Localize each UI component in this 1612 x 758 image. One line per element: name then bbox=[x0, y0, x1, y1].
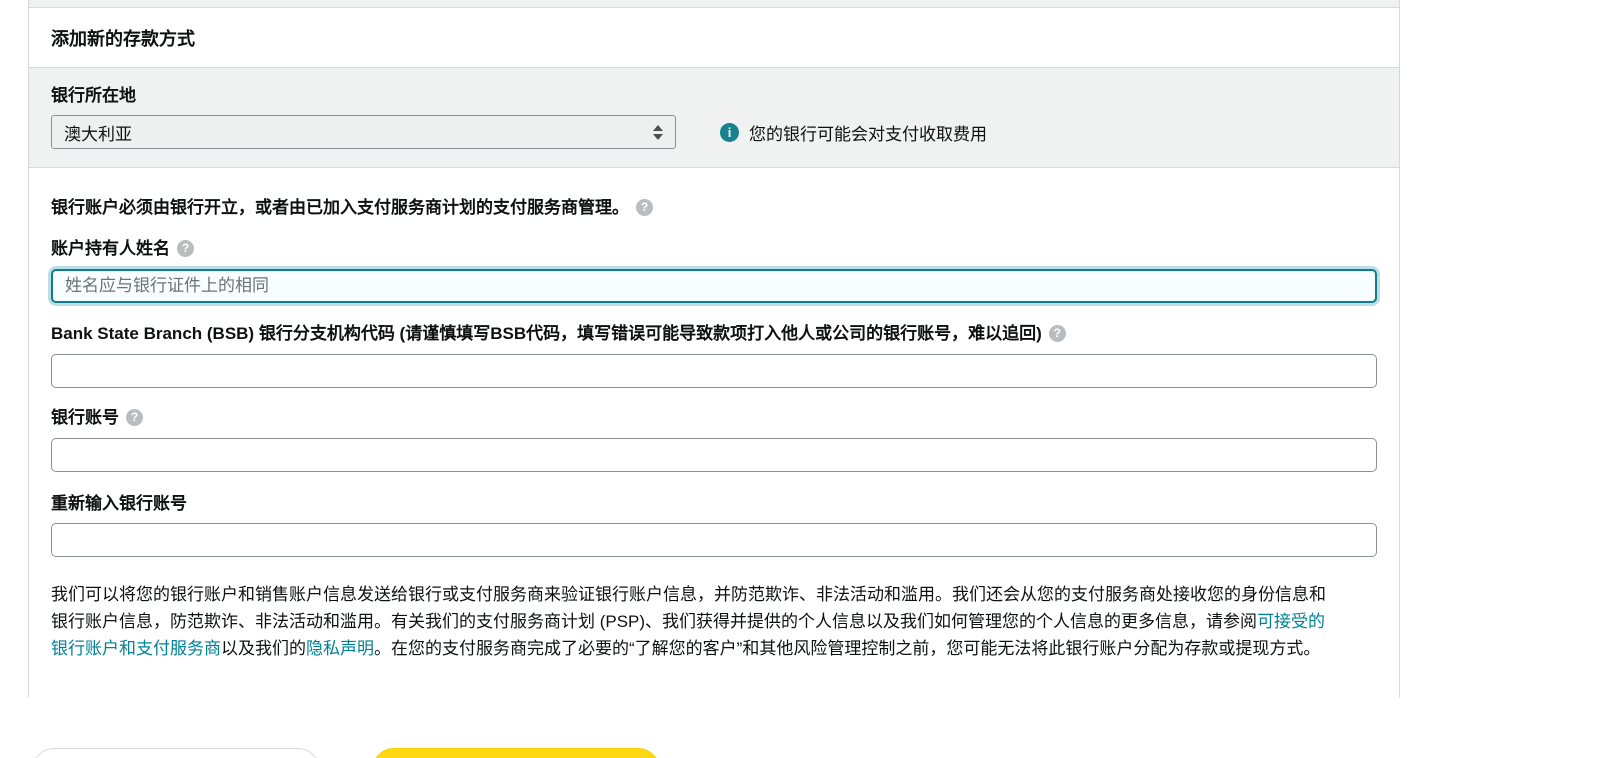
disclaimer-text: 我们可以将您的银行账户和销售账户信息发送给银行或支付服务商来验证银行账户信息，并… bbox=[51, 585, 1326, 631]
disclaimer-text: 。在您的支付服务商完成了必要的“了解您的客户”和其他风险管理控制之前，您可能无法… bbox=[374, 639, 1321, 658]
bank-location-select[interactable]: 澳大利亚 bbox=[51, 115, 676, 149]
bsb-label: Bank State Branch (BSB) 银行分支机构代码 (请谨慎填写B… bbox=[51, 324, 1042, 343]
info-icon: i bbox=[720, 122, 739, 142]
account-holder-input[interactable] bbox=[51, 269, 1377, 303]
bsb-input[interactable] bbox=[51, 354, 1377, 388]
select-updown-icon bbox=[653, 124, 663, 140]
page-title: 添加新的存款方式 bbox=[51, 28, 195, 49]
help-icon[interactable]: ? bbox=[177, 240, 194, 257]
help-icon[interactable]: ? bbox=[126, 409, 143, 426]
form-intro: 银行账户必须由银行开立，或者由已加入支付服务商计划的支付服务商管理。? bbox=[51, 198, 1399, 218]
reenter-account-number-label: 重新输入银行账号 bbox=[51, 494, 187, 513]
form-intro-text: 银行账户必须由银行开立，或者由已加入支付服务商计划的支付服务商管理。 bbox=[51, 198, 629, 217]
bank-location-section: 银行所在地 澳大利亚 i 您的银行可能会对支付收取费用 bbox=[29, 68, 1399, 168]
bank-fee-info-text: 您的银行可能会对支付收取费用 bbox=[749, 124, 987, 144]
disclaimer-paragraph: 我们可以将您的银行账户和销售账户信息发送给银行或支付服务商来验证银行账户信息，并… bbox=[51, 581, 1339, 662]
help-icon[interactable]: ? bbox=[1048, 325, 1066, 342]
bank-account-form: 银行账户必须由银行开立，或者由已加入支付服务商计划的支付服务商管理。? 账户持有… bbox=[29, 168, 1399, 703]
account-number-label: 银行账号 bbox=[51, 408, 119, 427]
disclaimer-link[interactable]: 隐私声明 bbox=[306, 639, 374, 658]
disclaimer-text: 以及我们的 bbox=[221, 639, 306, 658]
previous-section-edge bbox=[29, 0, 1399, 8]
account-number-input[interactable] bbox=[51, 438, 1377, 472]
account-holder-label: 账户持有人姓名 bbox=[51, 239, 170, 258]
deposit-method-page: 添加新的存款方式 银行所在地 澳大利亚 i 您的银行可能会对支付收取费用 银行账… bbox=[0, 0, 1612, 758]
reenter-account-number-label-row: 重新输入银行账号 bbox=[51, 494, 1399, 513]
bank-fee-info: i 您的银行可能会对支付收取费用 bbox=[720, 120, 987, 145]
cancel-button-partial[interactable] bbox=[32, 748, 320, 758]
help-icon[interactable]: ? bbox=[636, 199, 653, 216]
submit-button-partial[interactable] bbox=[372, 748, 660, 758]
bank-location-selected-value: 澳大利亚 bbox=[64, 124, 132, 144]
reenter-account-number-input[interactable] bbox=[51, 523, 1377, 557]
bank-location-label: 银行所在地 bbox=[51, 86, 136, 105]
account-number-label-row: 银行账号? bbox=[51, 408, 1399, 428]
account-holder-label-row: 账户持有人姓名? bbox=[51, 239, 1399, 259]
card-header: 添加新的存款方式 bbox=[29, 8, 1399, 68]
bsb-label-row: Bank State Branch (BSB) 银行分支机构代码 (请谨慎填写B… bbox=[51, 324, 1399, 344]
deposit-method-card: 添加新的存款方式 银行所在地 澳大利亚 i 您的银行可能会对支付收取费用 银行账… bbox=[28, 0, 1400, 703]
